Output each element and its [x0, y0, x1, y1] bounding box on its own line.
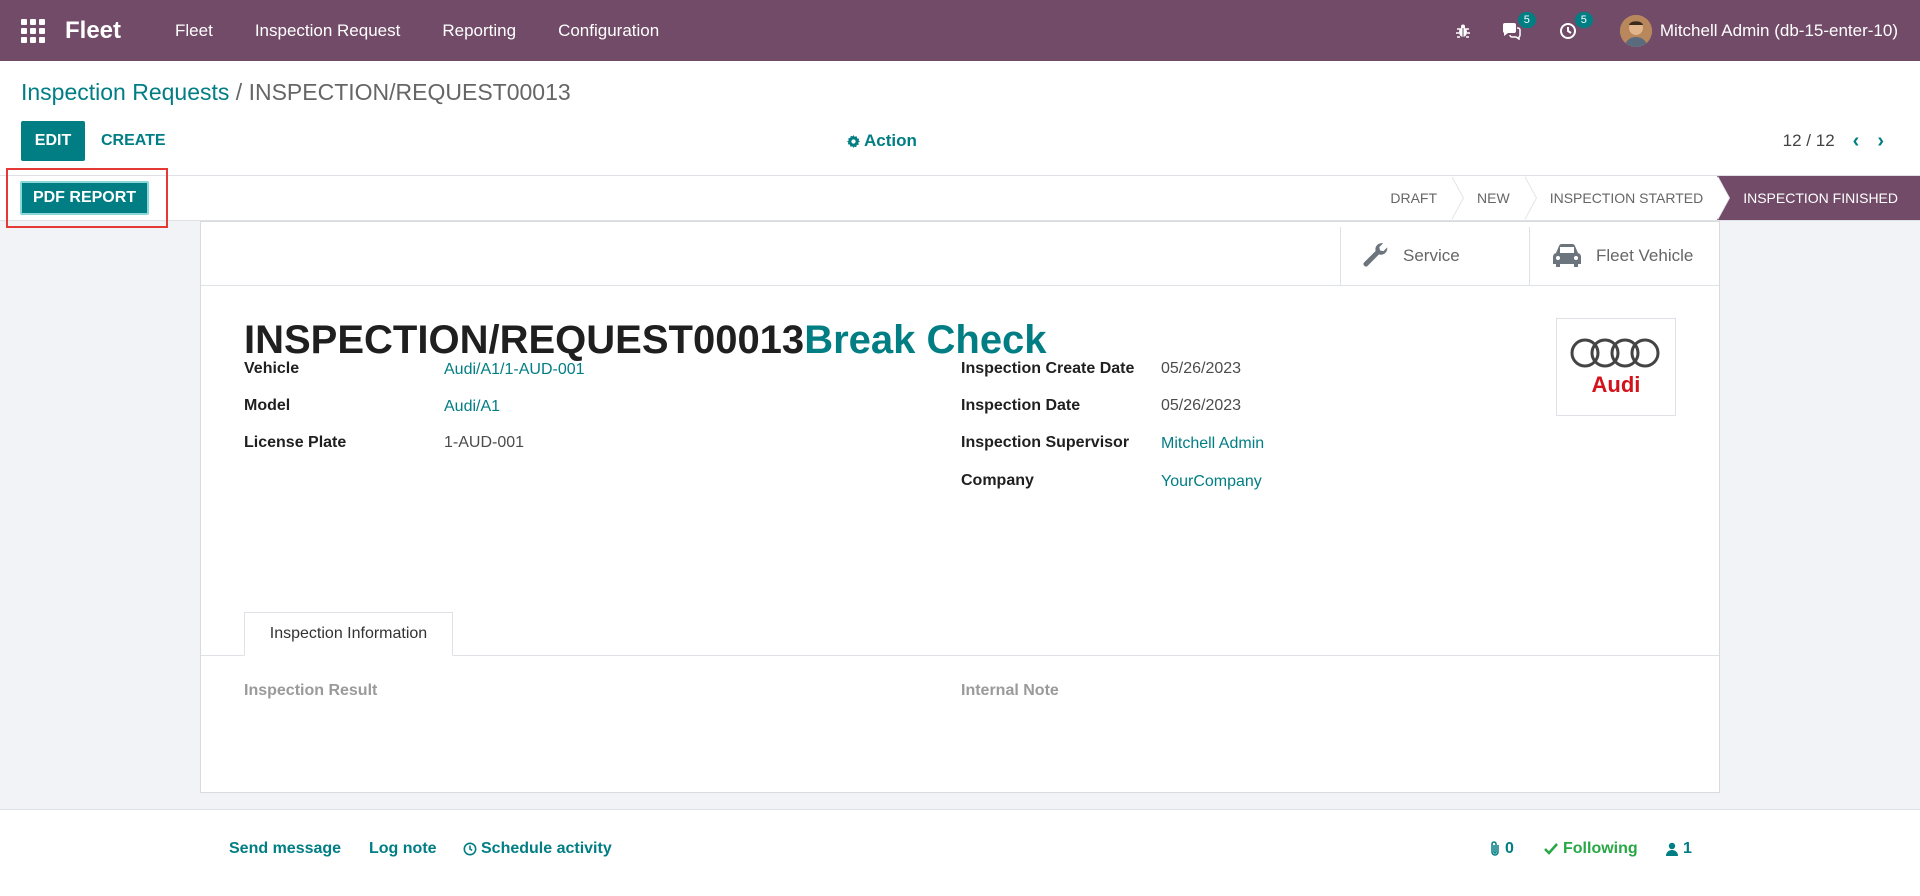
- form-sheet: Service Fleet Vehicle INSPECTION/REQUEST…: [200, 221, 1720, 793]
- pdf-report-button[interactable]: PDF REPORT: [20, 181, 149, 215]
- internal-note-label: Internal Note: [961, 682, 1059, 699]
- license-plate-value: 1-AUD-001: [444, 434, 525, 451]
- followers-button[interactable]: 1: [1666, 840, 1692, 858]
- vehicle-value[interactable]: Audi/A1/1-AUD-001: [444, 361, 585, 379]
- activities-count-badge: 5: [1574, 11, 1593, 28]
- breadcrumb: Inspection Requests / INSPECTION/REQUEST…: [21, 79, 571, 106]
- model-label: Model: [244, 397, 291, 414]
- menu-reporting[interactable]: Reporting: [421, 21, 537, 41]
- inspection-supervisor-label: Inspection Supervisor: [961, 434, 1130, 451]
- fleet-vehicle-label: Fleet Vehicle: [1596, 246, 1694, 265]
- schedule-activity-label: Schedule activity: [481, 840, 612, 857]
- pager: 12 / 12 ‹ ›: [1783, 121, 1884, 161]
- wrench-icon: [1363, 243, 1388, 267]
- messages-count-badge: 5: [1517, 11, 1536, 28]
- messages-icon[interactable]: 5: [1500, 11, 1536, 42]
- record-title: INSPECTION/REQUEST00013Break Check: [244, 318, 1047, 363]
- create-button[interactable]: CREATE: [101, 121, 166, 161]
- stage-draft[interactable]: DRAFT: [1364, 176, 1464, 220]
- navbar-systray: 5 5 Mitchell Admin (db-15-enter-10): [1439, 0, 1920, 61]
- app-brand[interactable]: Fleet: [65, 17, 121, 45]
- menu-fleet[interactable]: Fleet: [154, 21, 234, 41]
- attachments-count: 0: [1505, 840, 1514, 857]
- car-icon: [1552, 243, 1582, 267]
- activity-clock-icon[interactable]: 5: [1557, 11, 1593, 42]
- chevron-right-icon[interactable]: ›: [1877, 130, 1884, 153]
- check-icon: [1544, 843, 1558, 855]
- fleet-vehicle-smart-button[interactable]: Fleet Vehicle: [1529, 227, 1719, 285]
- top-navbar: Fleet Fleet Inspection Request Reporting…: [0, 0, 1920, 61]
- pager-value[interactable]: 12 / 12: [1783, 131, 1835, 151]
- service-label: Service: [1403, 246, 1460, 265]
- model-value[interactable]: Audi/A1: [444, 398, 500, 416]
- inspection-date-label: Inspection Date: [961, 397, 1081, 414]
- bug-icon[interactable]: [1452, 20, 1474, 42]
- followers-count: 1: [1683, 840, 1692, 857]
- tab-inspection-information[interactable]: Inspection Information: [244, 612, 453, 656]
- vehicle-brand-logo: Audi: [1556, 318, 1676, 416]
- company-label: Company: [961, 472, 1034, 489]
- menu-inspection-request[interactable]: Inspection Request: [234, 21, 422, 41]
- schedule-activity-button[interactable]: Schedule activity: [463, 840, 612, 858]
- control-panel: Inspection Requests / INSPECTION/REQUEST…: [0, 61, 1920, 177]
- chevron-left-icon[interactable]: ‹: [1853, 130, 1860, 153]
- record-reference: INSPECTION/REQUEST00013: [244, 318, 805, 362]
- action-label: Action: [864, 131, 917, 150]
- edit-button[interactable]: EDIT: [21, 121, 85, 161]
- breadcrumb-inspection-requests[interactable]: Inspection Requests: [21, 79, 229, 105]
- company-value[interactable]: YourCompany: [1161, 473, 1262, 491]
- following-button[interactable]: Following: [1544, 840, 1638, 858]
- user-menu[interactable]: Mitchell Admin (db-15-enter-10): [1660, 21, 1898, 41]
- stage-pipeline: DRAFT NEW INSPECTION STARTED INSPECTION …: [1364, 176, 1920, 220]
- inspection-create-date-label: Inspection Create Date: [961, 360, 1135, 377]
- inspection-result-label: Inspection Result: [244, 682, 378, 699]
- gear-icon: [847, 134, 860, 148]
- service-smart-button[interactable]: Service: [1340, 227, 1529, 285]
- record-name[interactable]: Break Check: [804, 318, 1046, 362]
- audi-rings-icon: [1570, 338, 1660, 368]
- user-icon: [1666, 842, 1678, 856]
- log-note-button[interactable]: Log note: [369, 840, 437, 858]
- chatter: Send message Log note Schedule activity …: [0, 809, 1920, 896]
- attachments-button[interactable]: 0: [1489, 840, 1514, 858]
- breadcrumb-current: INSPECTION/REQUEST00013: [248, 79, 571, 105]
- clock-icon: [463, 842, 477, 856]
- status-bar: DRAFT NEW INSPECTION STARTED INSPECTION …: [0, 175, 1920, 221]
- following-label: Following: [1563, 840, 1638, 857]
- vehicle-label: Vehicle: [244, 360, 300, 377]
- user-avatar[interactable]: [1619, 14, 1652, 47]
- menu-configuration[interactable]: Configuration: [537, 21, 680, 41]
- inspection-create-date-value: 05/26/2023: [1161, 360, 1242, 377]
- breadcrumb-separator: /: [229, 79, 249, 105]
- paperclip-icon: [1491, 841, 1499, 856]
- send-message-button[interactable]: Send message: [229, 840, 341, 858]
- inspection-supervisor-value[interactable]: Mitchell Admin: [1161, 435, 1264, 453]
- stage-inspection-finished[interactable]: INSPECTION FINISHED: [1717, 176, 1920, 220]
- apps-grid-icon[interactable]: [21, 18, 45, 43]
- main-menu: Fleet Inspection Request Reporting Confi…: [154, 21, 680, 41]
- action-dropdown[interactable]: Action: [847, 121, 917, 161]
- logo-text: Audi: [1591, 372, 1641, 397]
- license-plate-label: License Plate: [244, 434, 347, 451]
- inspection-date-value: 05/26/2023: [1161, 397, 1242, 414]
- smart-button-box: Service Fleet Vehicle: [201, 222, 1719, 286]
- stage-inspection-started[interactable]: INSPECTION STARTED: [1524, 176, 1730, 220]
